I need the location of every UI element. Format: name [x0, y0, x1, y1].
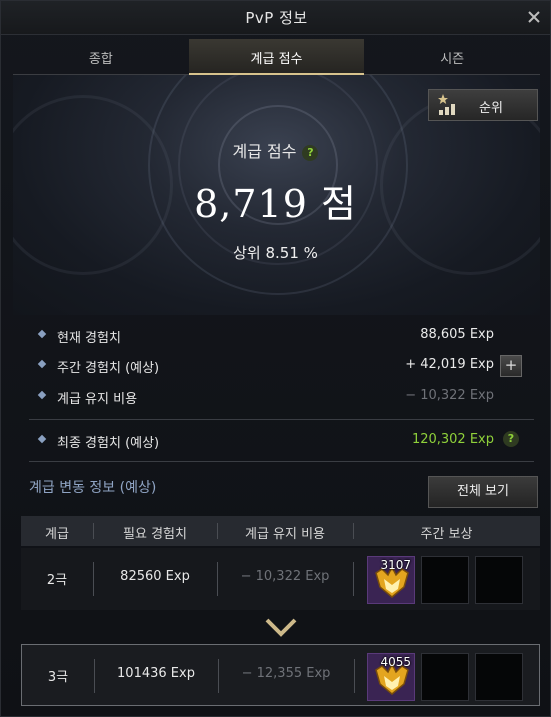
column-header-upkeep: 계급 유지 비용	[244, 527, 326, 542]
plus-icon[interactable]: +	[500, 355, 522, 377]
upkeep-cost-label: 계급 유지 비용	[57, 392, 138, 407]
tab-rank-score[interactable]: 계급 점수	[188, 39, 365, 75]
rank-score-title: 계급 점수	[232, 142, 297, 161]
tier-change-section-title: 계급 변동 정보 (예상)	[29, 480, 157, 496]
bullet-icon	[37, 329, 47, 339]
empty-reward-slot	[475, 653, 523, 701]
column-header-weekly-reward: 주간 보상	[420, 527, 473, 542]
reward-slot[interactable]: 3107	[367, 556, 415, 604]
weekly-exp-value: + 42,019 Exp	[405, 357, 494, 372]
help-icon[interactable]: ?	[503, 431, 519, 447]
table-row: 2극 82560 Exp − 10,322 Exp 3107	[21, 548, 540, 610]
required-exp: 101436 Exp	[117, 666, 195, 681]
upkeep-cost: − 12,355 Exp	[241, 666, 331, 681]
tab-bar: 종합 계급 점수 시즌	[13, 39, 540, 75]
tab-season[interactable]: 시즌	[364, 39, 540, 74]
final-exp-row: 최종 경험치 (예상) 120,302 Exp ?	[37, 431, 529, 452]
rank-chart-icon	[438, 94, 455, 115]
empty-reward-slot	[421, 653, 469, 701]
current-exp-row: 현재 경험치 88,605 Exp	[37, 327, 529, 347]
chevron-down-icon	[265, 618, 297, 637]
final-exp-value: 120,302 Exp	[411, 432, 494, 447]
tier-table-header: 계급 필요 경험치 계급 유지 비용 주간 보상	[21, 516, 540, 546]
rank-percentile: 상위 8.51 %	[233, 244, 318, 262]
rank-score-heading: 계급 점수?	[1, 138, 550, 162]
tab-overview[interactable]: 종합	[13, 39, 189, 74]
ranking-button-label: 순위	[479, 101, 503, 116]
help-icon[interactable]: ?	[302, 145, 319, 161]
column-header-required-exp: 필요 경험치	[123, 527, 187, 542]
tier-name: 3극	[47, 670, 69, 685]
weekly-exp-row: 주간 경험치 (예상) + 42,019 Exp +	[37, 355, 529, 377]
empty-reward-slot	[421, 556, 469, 604]
upkeep-cost: − 10,322 Exp	[240, 569, 330, 584]
view-all-button[interactable]: 전체 보기	[428, 476, 538, 508]
current-exp-value: 88,605 Exp	[420, 327, 494, 342]
pvp-info-window: PvP 정보 종합 계급 점수 시즌 순위 계급 점수? 8,719 점 상위 …	[0, 0, 551, 717]
title-bar: PvP 정보	[1, 1, 550, 35]
final-exp-label: 최종 경험치 (예상)	[57, 436, 160, 451]
upkeep-cost-value: − 10,322 Exp	[405, 388, 494, 403]
bullet-icon	[37, 434, 47, 444]
table-row: 3극 101436 Exp − 12,355 Exp 4055	[21, 644, 540, 706]
window-title: PvP 정보	[245, 9, 308, 27]
bullet-icon	[37, 390, 47, 400]
current-exp-label: 현재 경험치	[57, 331, 121, 346]
weekly-exp-label: 주간 경험치 (예상)	[57, 361, 160, 376]
empty-reward-slot	[475, 556, 523, 604]
tier-name: 2극	[46, 573, 68, 588]
reward-count: 4055	[380, 655, 411, 669]
divider	[29, 461, 534, 462]
reward-slot[interactable]: 4055	[367, 653, 415, 701]
rank-score-value: 8,719 점	[194, 182, 357, 226]
ranking-button[interactable]: 순위	[428, 89, 538, 121]
upkeep-cost-row: 계급 유지 비용 − 10,322 Exp	[37, 388, 529, 408]
bullet-icon	[37, 359, 47, 369]
close-icon[interactable]	[524, 7, 544, 27]
reward-count: 3107	[380, 558, 411, 572]
column-header-tier: 계급	[45, 527, 69, 542]
required-exp: 82560 Exp	[120, 569, 190, 584]
divider	[29, 419, 534, 420]
